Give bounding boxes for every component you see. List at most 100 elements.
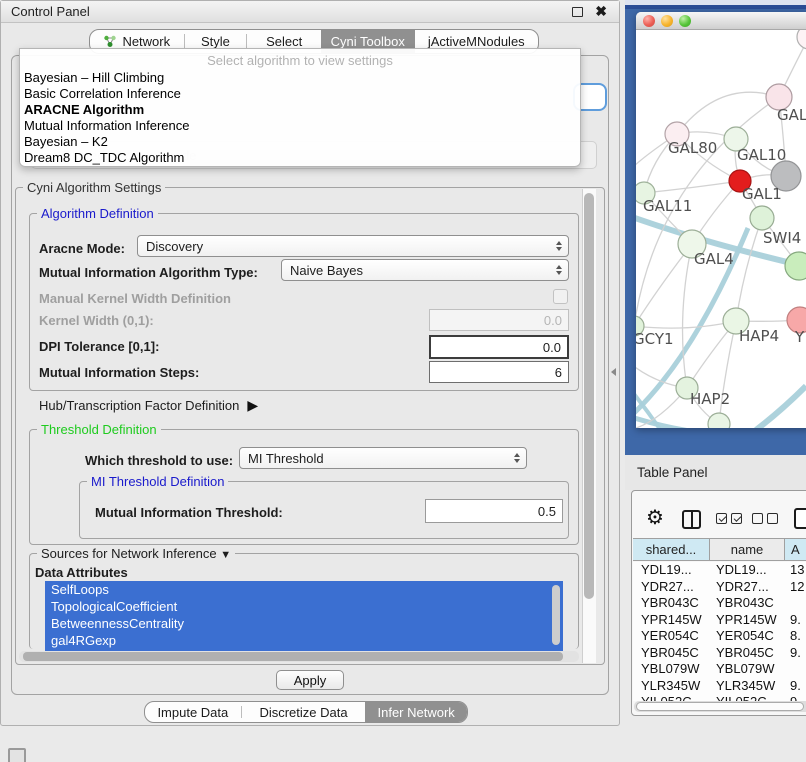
data-attributes-list: SelfLoops TopologicalCoefficient Between… xyxy=(45,581,563,651)
dropdown-item[interactable]: Bayesian – K2 xyxy=(20,134,580,150)
dpi-tolerance-label: DPI Tolerance [0,1]: xyxy=(39,339,159,354)
dropdown-item[interactable]: Dream8 DC_TDC Algorithm xyxy=(20,150,580,166)
aracne-mode-value: Discovery xyxy=(146,239,203,254)
network-canvas[interactable]: GAL GAL80 GAL10 GAL1 GAL11 SWI4 GAL4 GCY… xyxy=(636,30,806,428)
table-row[interactable]: YDL19...YDL19...13 xyxy=(633,562,806,579)
node-bottom[interactable] xyxy=(708,413,730,428)
tab-discretize-data[interactable]: Discretize Data xyxy=(242,702,366,722)
table-hscrollbar-thumb[interactable] xyxy=(636,702,804,711)
hub-definition-row[interactable]: Hub/Transcription Factor Definition ▶ xyxy=(39,397,258,414)
spinner-arrows-icon xyxy=(514,453,520,463)
table-panel-title: Table Panel xyxy=(637,465,708,480)
algorithm-dropdown: Select algorithm to view settings Bayesi… xyxy=(19,48,581,167)
tab-label: Cyni Toolbox xyxy=(331,34,405,49)
mac-zoom-button[interactable] xyxy=(679,15,691,27)
checked-box-icon[interactable] xyxy=(731,513,742,524)
table-row[interactable]: YBL079WYBL079W xyxy=(633,661,806,678)
dropdown-prompt: Select algorithm to view settings xyxy=(20,52,580,70)
node-label: GAL4 xyxy=(694,250,734,268)
checked-box-icon[interactable] xyxy=(716,513,727,524)
data-attributes-label: Data Attributes xyxy=(35,565,128,580)
apply-button[interactable]: Apply xyxy=(276,670,344,690)
tab-label: Network xyxy=(122,34,170,49)
tab-impute-data[interactable]: Impute Data xyxy=(145,702,241,722)
node-label: GAL11 xyxy=(643,197,692,215)
mi-steps-input[interactable]: 6 xyxy=(429,361,569,383)
which-threshold-label: Which threshold to use: xyxy=(85,453,233,468)
node-label: GAL1 xyxy=(742,185,782,203)
panel-splitter-grip[interactable] xyxy=(611,368,616,376)
table-row[interactable]: YBR043CYBR043C xyxy=(633,595,806,612)
settings-hscrollbar-thumb[interactable] xyxy=(23,652,563,661)
manual-kernel-width-checkbox[interactable] xyxy=(553,289,568,304)
dpi-tolerance-input[interactable]: 0.0 xyxy=(429,335,569,359)
split-columns-icon[interactable] xyxy=(682,510,701,529)
mac-minimize-button[interactable] xyxy=(661,15,673,27)
dropdown-item[interactable]: Basic Correlation Inference xyxy=(20,86,580,102)
expand-arrow-icon[interactable]: ▶ xyxy=(247,397,258,414)
control-panel-window: Control Panel ✖ Network Style xyxy=(0,0,620,726)
table-panel-window: ⚙ shared... name A YDL19...YDL19...13 YD xyxy=(631,490,806,716)
dropdown-item-selected[interactable]: ARACNE Algorithm xyxy=(20,102,580,118)
column-header-label: A xyxy=(791,542,800,557)
float-window-icon[interactable] xyxy=(572,7,583,17)
control-panel-title: Control Panel xyxy=(11,4,90,19)
node-partial-top[interactable] xyxy=(797,30,806,49)
node-label: SWI4 xyxy=(763,229,801,247)
list-scrollbar-thumb[interactable] xyxy=(552,585,560,645)
mi-threshold-input[interactable]: 0.5 xyxy=(425,499,563,523)
node-label: Y xyxy=(794,328,805,346)
mac-close-button[interactable] xyxy=(643,15,655,27)
settings-vscrollbar-thumb[interactable] xyxy=(584,193,594,599)
table-row[interactable]: YLR345WYLR345W9. xyxy=(633,678,806,695)
minimized-panel-icon[interactable] xyxy=(8,748,26,762)
unchecked-box-icon[interactable] xyxy=(767,513,778,524)
column-header-partial[interactable]: A xyxy=(785,539,806,560)
tab-label: Impute Data xyxy=(157,705,228,720)
table-body: YDL19...YDL19...13 YDR27...YDR27...12 YB… xyxy=(633,562,806,701)
node-label: HAP2 xyxy=(690,390,730,408)
dropdown-item[interactable]: Bayesian – Hill Climbing xyxy=(20,70,580,86)
kernel-width-input[interactable]: 0.0 xyxy=(429,309,569,331)
node-label: GAL10 xyxy=(737,146,786,164)
panel-page-icon[interactable] xyxy=(794,508,806,529)
network-window-titlebar[interactable] xyxy=(636,12,806,30)
close-icon[interactable]: ✖ xyxy=(595,3,607,20)
threshold-definition-legend: Threshold Definition xyxy=(37,423,161,437)
manual-kernel-width-label: Manual Kernel Width Definition xyxy=(39,291,231,306)
network-node-labels: GAL GAL80 GAL10 GAL1 GAL11 SWI4 GAL4 GCY… xyxy=(636,106,806,408)
column-header-shared[interactable]: shared... xyxy=(633,539,710,560)
which-threshold-combobox[interactable]: MI Threshold xyxy=(239,447,527,469)
aracne-mode-label: Aracne Mode: xyxy=(39,241,125,256)
mi-steps-value: 6 xyxy=(555,365,562,380)
table-row[interactable]: YDR27...YDR27...12 xyxy=(633,579,806,596)
column-header-name[interactable]: name xyxy=(710,539,785,560)
list-item[interactable]: SelfLoops xyxy=(45,581,563,598)
sources-legend-text: Sources for Network Inference xyxy=(41,546,217,561)
collapse-arrow-icon[interactable]: ▼ xyxy=(220,549,231,561)
kernel-width-label: Kernel Width (0,1): xyxy=(39,313,154,328)
table-row[interactable]: YER054CYER054C8. xyxy=(633,628,806,645)
table-row[interactable]: YIL052CYIL052C9 xyxy=(633,694,806,701)
list-item[interactable]: TopologicalCoefficient xyxy=(45,598,563,615)
node-green-mid[interactable] xyxy=(750,206,774,230)
which-threshold-value: MI Threshold xyxy=(248,451,324,466)
cyni-bottom-tabbar: Impute Data Discretize Data Infer Networ… xyxy=(144,701,468,723)
unchecked-box-icon[interactable] xyxy=(752,513,763,524)
network-icon xyxy=(103,35,117,48)
mi-algorithm-type-combobox[interactable]: Naive Bayes xyxy=(281,259,569,281)
node-label: HAP4 xyxy=(739,327,779,345)
table-panel-titlebar: Table Panel xyxy=(625,455,806,490)
list-item[interactable]: gal4RGexp xyxy=(45,632,563,649)
dropdown-item[interactable]: Mutual Information Inference xyxy=(20,118,580,134)
table-row[interactable]: YBR045CYBR045C9. xyxy=(633,645,806,662)
list-item[interactable]: BetweennessCentrality xyxy=(45,615,563,632)
gear-icon[interactable]: ⚙ xyxy=(646,508,664,528)
hub-definition-label: Hub/Transcription Factor Definition xyxy=(39,398,239,413)
cyni-algorithm-settings-legend: Cyni Algorithm Settings xyxy=(23,181,165,195)
column-header-label: shared... xyxy=(646,542,697,557)
table-row[interactable]: YPR145WYPR145W9. xyxy=(633,612,806,629)
aracne-mode-combobox[interactable]: Discovery xyxy=(137,235,569,257)
node-swi4[interactable] xyxy=(785,252,806,280)
tab-infer-network[interactable]: Infer Network xyxy=(365,702,467,722)
